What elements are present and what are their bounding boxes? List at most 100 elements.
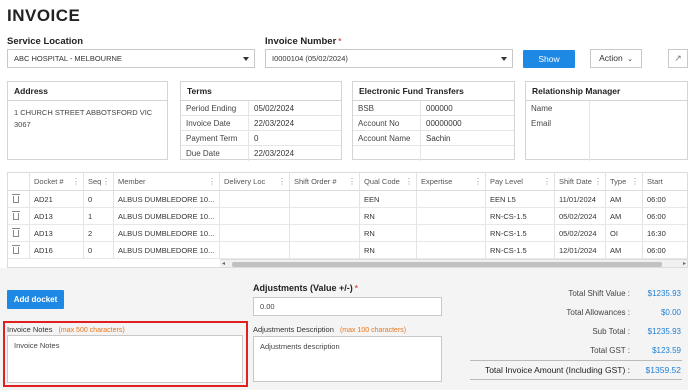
invoice-number-select[interactable]: I0000104 (05/02/2024) <box>265 49 513 68</box>
expand-icon[interactable]: ↗ <box>668 49 688 68</box>
table-cell: RN-CS-1.5 <box>486 242 555 258</box>
eft-key: BSB <box>353 101 421 115</box>
adjustments-description-hint: (max 100 characters) <box>339 327 407 334</box>
invoice-number-label: Invoice Number * <box>265 36 341 47</box>
table-cell: RN <box>360 208 417 224</box>
table-row[interactable]: AD21 0 ALBUS DUMBLEDORE 10... EEN EEN L5 11/0… <box>8 191 687 208</box>
column-menu-icon: ⋮ <box>278 177 286 186</box>
table-cell: ALBUS DUMBLEDORE 10... <box>114 208 220 224</box>
service-location-select[interactable]: ABC HOSPITAL - MELBOURNE <box>7 49 255 68</box>
table-cell: EEN <box>360 191 417 207</box>
delete-row-cell[interactable] <box>8 242 30 258</box>
required-marker: * <box>354 284 358 293</box>
column-menu-icon: ⋮ <box>543 177 551 186</box>
totals-divider <box>470 379 682 380</box>
grid-header-cell[interactable]: Expertise ⋮ <box>417 173 486 190</box>
eft-key: Account Name <box>353 131 421 145</box>
page-title: INVOICE <box>7 6 81 25</box>
grid-header-cell[interactable]: Docket # ⋮ <box>30 173 84 190</box>
table-cell <box>290 191 360 207</box>
grand-total-value: $1359.52 <box>645 365 681 375</box>
grid-header-cell[interactable]: Shift Order # ⋮ <box>290 173 360 190</box>
table-row[interactable]: AD16 0 ALBUS DUMBLEDORE 10... RN RN-CS-1.5 12… <box>8 242 687 259</box>
grid-header-cell[interactable]: Delivery Loc ⋮ <box>220 173 290 190</box>
adjustments-input[interactable]: 0.00 <box>253 297 442 316</box>
grid-header-cell[interactable]: Pay Level ⋮ <box>486 173 555 190</box>
table-cell: 05/02/2024 <box>555 225 606 241</box>
table-cell: 05/02/2024 <box>555 208 606 224</box>
delete-row-cell[interactable] <box>8 191 30 207</box>
table-cell <box>220 225 290 241</box>
service-location-label: Service Location <box>7 36 84 47</box>
service-location-value: ABC HOSPITAL - MELBOURNE <box>14 54 122 63</box>
action-button[interactable]: Action ⌄ <box>590 49 642 68</box>
total-gst-value: $123.59 <box>652 346 681 355</box>
column-menu-icon: ⋮ <box>72 177 80 186</box>
rm-value <box>590 101 595 116</box>
add-docket-button[interactable]: Add docket <box>7 290 64 309</box>
trash-icon[interactable] <box>12 211 20 220</box>
trash-icon[interactable] <box>12 228 20 237</box>
chevron-down-icon <box>501 57 507 61</box>
adjustments-label: Adjustments (Value +/-) * <box>253 283 358 293</box>
totals-divider <box>470 360 682 361</box>
table-row[interactable]: AD13 1 ALBUS DUMBLEDORE 10... RN RN-CS-1.5 05… <box>8 208 687 225</box>
dockets-grid: Docket # ⋮ Seq ⋮ Member ⋮ Delivery Loc ⋮ Shi… <box>7 172 688 268</box>
action-button-label: Action <box>599 53 623 63</box>
scroll-right-icon[interactable]: ▸ <box>683 261 686 267</box>
table-cell: AM <box>606 242 643 258</box>
eft-value <box>421 146 426 161</box>
grid-header-cell[interactable]: Type ⋮ <box>606 173 643 190</box>
grid-header-cell[interactable]: Start <box>643 173 683 190</box>
adjustments-label-text: Adjustments (Value +/-) <box>253 283 353 293</box>
rm-key: Name <box>526 101 590 116</box>
table-cell <box>290 225 360 241</box>
trash-icon[interactable] <box>12 245 20 254</box>
terms-value: 0 <box>254 134 259 143</box>
relationship-manager-panel: Relationship Manager Name Email <box>525 81 688 161</box>
address-heading: Address <box>8 82 167 101</box>
sub-total-value: $1235.93 <box>647 327 681 336</box>
terms-value: 05/02/2024 <box>254 104 295 113</box>
grid-body: AD21 0 ALBUS DUMBLEDORE 10... EEN EEN L5 11/0… <box>8 191 687 259</box>
grid-header-cell[interactable]: Qual Code ⋮ <box>360 173 417 190</box>
terms-panel: Terms Period Ending 05/02/2024 Invoice Da… <box>180 81 342 161</box>
show-button[interactable]: Show <box>523 50 575 68</box>
terms-value: 22/03/2024 <box>254 149 295 158</box>
table-cell <box>417 242 486 258</box>
table-cell: OI <box>606 225 643 241</box>
table-cell: AD21 <box>30 191 84 207</box>
table-cell: 12/01/2024 <box>555 242 606 258</box>
table-cell: AD13 <box>30 225 84 241</box>
chevron-down-icon: ⌄ <box>627 56 633 63</box>
table-cell: 06:00 <box>647 212 666 221</box>
eft-value: 000000 <box>426 104 453 113</box>
table-row[interactable]: AD13 2 ALBUS DUMBLEDORE 10... RN RN-CS-1.5 05… <box>8 225 687 242</box>
grand-total-label: Total Invoice Amount (Including GST) : <box>484 365 630 375</box>
grid-header-cell[interactable]: Shift Date ⋮ <box>555 173 606 190</box>
scroll-left-icon[interactable]: ◂ <box>222 261 225 267</box>
table-cell: RN-CS-1.5 <box>486 208 555 224</box>
delete-row-cell[interactable] <box>8 208 30 224</box>
trash-icon[interactable] <box>12 194 20 203</box>
table-cell: 2 <box>84 225 114 241</box>
total-allowances-label: Total Allowances : <box>566 308 630 317</box>
rm-value <box>590 146 595 161</box>
delete-row-cell[interactable] <box>8 225 30 241</box>
column-menu-icon: ⋮ <box>474 177 482 186</box>
table-cell <box>220 208 290 224</box>
scrollbar-thumb[interactable] <box>232 262 662 267</box>
terms-key: Due Date <box>181 146 249 161</box>
grid-header: Docket # ⋮ Seq ⋮ Member ⋮ Delivery Loc ⋮ Shi… <box>8 173 687 191</box>
address-panel: Address 1 CHURCH STREET ABBOTSFORD VIC 3… <box>7 81 168 160</box>
adjustments-description-textarea[interactable]: Adjustments description <box>253 336 442 382</box>
total-shift-value-label: Total Shift Value : <box>568 289 630 298</box>
rm-key: Email <box>526 116 590 131</box>
horizontal-scrollbar[interactable]: ◂ ▸ <box>220 259 687 267</box>
grid-header-cell[interactable]: Member ⋮ <box>114 173 220 190</box>
table-cell <box>290 242 360 258</box>
table-cell: 11/01/2024 <box>555 191 606 207</box>
grid-header-cell[interactable]: Seq ⋮ <box>84 173 114 190</box>
table-cell <box>290 208 360 224</box>
table-cell: 1 <box>84 208 114 224</box>
